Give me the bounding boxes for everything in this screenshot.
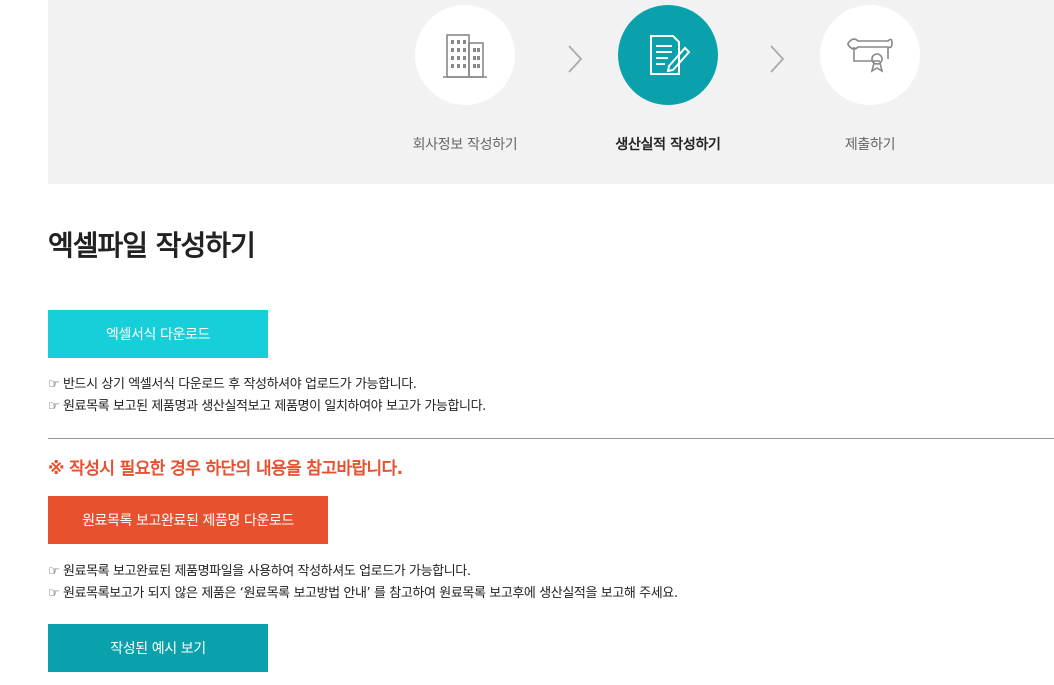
warning-text: ※ 작성시 필요한 경우 하단의 내용을 참고바랍니다.: [48, 459, 403, 479]
diploma-icon: [847, 38, 893, 73]
step-label-submit: 제출하기: [844, 137, 896, 153]
divider: [48, 438, 1054, 439]
progress-steps: 회사정보 작성하기 생산실적 작성하기 제출하기: [48, 0, 1054, 184]
chevron-right-icon: [770, 45, 785, 73]
product-list-download-button[interactable]: 원료목록 보고완료된 제품명 다운로드: [48, 496, 328, 544]
excel-notes: ☞ 반드시 상기 엑셀서식 다운로드 후 작성하셔야 업로드가 가능합니다. ☞…: [48, 374, 486, 418]
step-company-info: [415, 5, 515, 105]
page-title: 엑셀파일 작성하기: [48, 229, 256, 262]
building-icon: [443, 34, 487, 78]
step-submit: [820, 5, 920, 105]
list-item: ☞ 원료목록 보고완료된 제품명파일을 사용하여 작성하셔도 업로드가 가능합니…: [48, 564, 471, 579]
list-item: ☞ 원료목록보고가 되지 않은 제품은 ‘원료목록 보고방법 안내’ 를 참고하…: [48, 586, 678, 601]
excel-template-download-button[interactable]: 엑셀서식 다운로드: [48, 310, 268, 358]
product-notes: ☞ 원료목록 보고완료된 제품명파일을 사용하여 작성하셔도 업로드가 가능합니…: [48, 561, 678, 605]
step-label-production-report: 생산실적 작성하기: [615, 137, 721, 153]
view-example-button[interactable]: 작성된 예시 보기: [48, 624, 268, 672]
chevron-right-icon: [568, 45, 583, 73]
step-production-report: [618, 5, 718, 105]
document-edit-icon: [650, 35, 691, 75]
step-label-company-info: 회사정보 작성하기: [412, 137, 518, 153]
list-item: ☞ 반드시 상기 엑셀서식 다운로드 후 작성하셔야 업로드가 가능합니다.: [48, 377, 417, 392]
list-item: ☞ 원료목록 보고된 제품명과 생산실적보고 제품명이 일치하여야 보고가 가능…: [48, 399, 486, 414]
